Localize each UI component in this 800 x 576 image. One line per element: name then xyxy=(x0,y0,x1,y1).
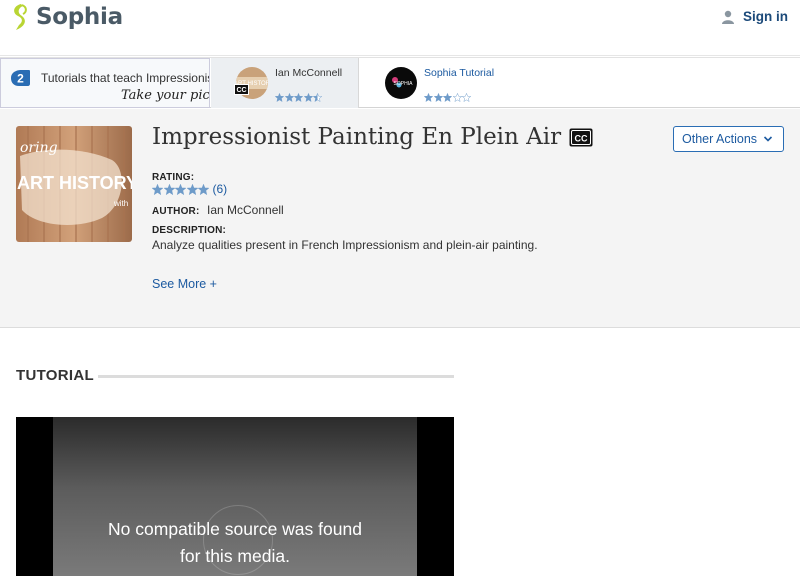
star-icon xyxy=(313,93,322,102)
lesson-thumbnail: oring ART HISTORY with xyxy=(16,126,132,242)
star-icon xyxy=(433,93,443,102)
tutorial-author-name: Ian McConnell xyxy=(275,67,343,79)
tutorial-option-sophia[interactable]: SOPHIA Sophia Tutorial xyxy=(360,58,800,108)
other-actions-dropdown[interactable]: Other Actions xyxy=(673,126,784,152)
closed-caption-icon: CC xyxy=(234,84,249,95)
video-error-line-1: No compatible source was found xyxy=(108,519,362,539)
tutorial-rating-stars xyxy=(424,93,472,102)
video-error-line-2: for this media. xyxy=(180,546,290,566)
thumb-caption-top: oring xyxy=(20,140,58,156)
star-icon xyxy=(175,183,186,195)
lesson-description: Analyze qualities present in French Impr… xyxy=(152,238,538,252)
rating-stars xyxy=(152,183,210,195)
star-icon xyxy=(424,93,433,102)
star-icon xyxy=(198,183,209,195)
closed-caption-icon: CC xyxy=(569,128,593,146)
star-icon xyxy=(152,183,163,195)
page-title: Impressionist Painting En Plein Air CC xyxy=(152,124,593,150)
tutorial-avatar: SOPHIA xyxy=(385,67,417,99)
chevron-down-icon xyxy=(763,136,773,142)
svg-text:SOPHIA: SOPHIA xyxy=(394,81,414,87)
see-more-link[interactable]: See More + xyxy=(152,277,217,291)
tutorial-rating-stars xyxy=(275,93,323,102)
video-player[interactable]: No compatible source was found for this … xyxy=(16,417,454,576)
tutorial-author-name: Sophia Tutorial xyxy=(424,67,495,79)
tutorial-option-ian-mcconnell[interactable]: ART HISTOR CC Ian McConnell xyxy=(211,58,359,108)
logo-text: Sophia xyxy=(36,4,123,30)
star-icon xyxy=(462,93,471,102)
star-icon xyxy=(443,93,452,102)
rating-count: (6) xyxy=(212,182,228,196)
sign-in-label: Sign in xyxy=(743,9,788,24)
video-error-message: No compatible source was found for this … xyxy=(16,516,454,570)
star-icon xyxy=(186,183,198,195)
star-icon xyxy=(163,183,175,195)
thumb-caption-small: with xyxy=(113,199,128,208)
sophia-leaf-icon xyxy=(14,4,27,30)
count-badge: 2 xyxy=(11,70,30,86)
lesson-info-panel: oring ART HISTORY with Impressionist Pai… xyxy=(0,109,800,328)
author-name: Ian McConnell xyxy=(207,203,284,217)
sophia-logo[interactable]: Sophia xyxy=(10,2,123,32)
person-icon xyxy=(722,10,734,24)
section-divider xyxy=(98,375,454,378)
pick-summary-text: Tutorials that teach Impressionist xyxy=(41,71,210,85)
star-icon xyxy=(275,93,284,102)
star-icon xyxy=(452,93,462,102)
top-header: Sophia Sign in xyxy=(0,0,800,56)
star-icon xyxy=(303,93,313,102)
star-icon xyxy=(284,93,294,102)
closed-caption-label: CC xyxy=(575,133,588,143)
description-label: DESCRIPTION: xyxy=(152,225,227,236)
count-badge-number: 2 xyxy=(17,72,24,86)
thumb-caption-main: ART HISTORY xyxy=(17,173,132,193)
section-title: TUTORIAL xyxy=(16,367,94,384)
other-actions-label: Other Actions xyxy=(682,132,758,146)
lesson-rating[interactable]: (6) xyxy=(152,182,227,196)
lesson-title: Impressionist Painting En Plein Air xyxy=(152,124,562,150)
star-icon xyxy=(294,93,303,102)
pick-summary: 2 Tutorials that teach Impressionist Tak… xyxy=(0,58,210,108)
tutorial-picker-strip: 2 Tutorials that teach Impressionist Tak… xyxy=(0,57,800,108)
author-label: AUTHOR: xyxy=(152,206,200,217)
take-your-pick-text: Take your pick: xyxy=(121,88,210,103)
sign-in-link[interactable]: Sign in xyxy=(721,9,788,24)
